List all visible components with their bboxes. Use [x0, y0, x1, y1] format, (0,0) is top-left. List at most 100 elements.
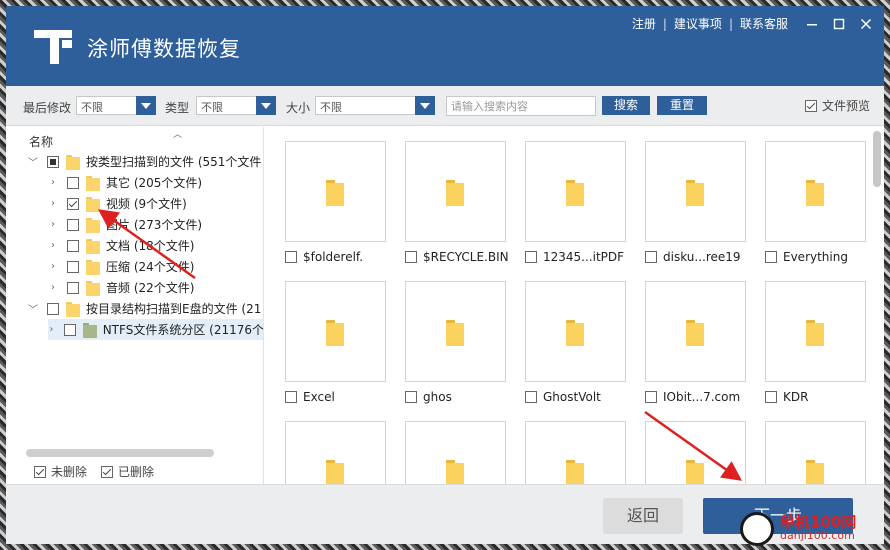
- modified-select[interactable]: 不限: [76, 96, 156, 115]
- tree-checkbox[interactable]: [67, 218, 79, 231]
- chevron-down-icon[interactable]: [415, 96, 435, 115]
- file-grid: $folderelf. $RECYCLE.BIN 12345...itPDF disk…: [265, 127, 884, 484]
- suggestion-link[interactable]: 建议事项: [674, 15, 722, 32]
- file-checkbox[interactable]: [645, 251, 657, 263]
- app-title: 涂师傅数据恢复: [87, 37, 241, 61]
- tree-checkbox[interactable]: [67, 239, 79, 252]
- file-thumbnail[interactable]: [285, 141, 386, 242]
- file-thumbnail[interactable]: [765, 141, 866, 242]
- file-item[interactable]: [751, 421, 866, 484]
- search-button[interactable]: 搜索: [602, 96, 650, 115]
- deleted-toggle[interactable]: 已删除: [101, 463, 154, 480]
- type-select[interactable]: 不限: [196, 96, 276, 115]
- file-thumbnail[interactable]: [765, 281, 866, 382]
- file-checkbox[interactable]: [525, 391, 537, 403]
- tree-item-ntfs-partition[interactable]: › NTFS文件系统分区 (21176个: [48, 319, 263, 340]
- tree-checkbox[interactable]: [63, 323, 76, 336]
- tree-item-other[interactable]: › 其它 (205个文件): [48, 172, 202, 193]
- tree-checkbox[interactable]: [67, 281, 79, 294]
- tree-checkbox[interactable]: [47, 302, 59, 315]
- file-checkbox[interactable]: [405, 391, 417, 403]
- expand-icon[interactable]: ›: [48, 240, 58, 251]
- name-column-header[interactable]: 名称: [29, 133, 53, 150]
- contact-support-link[interactable]: 联系客服: [740, 15, 788, 32]
- expand-icon[interactable]: ›: [48, 198, 58, 209]
- file-item[interactable]: KDR: [751, 281, 866, 404]
- file-thumbnail[interactable]: [285, 281, 386, 382]
- register-link[interactable]: 注册: [632, 15, 656, 32]
- folder-icon: [86, 175, 100, 191]
- file-thumbnail[interactable]: [525, 421, 626, 484]
- file-thumbnail[interactable]: [645, 421, 746, 484]
- file-item[interactable]: GhostVolt: [511, 281, 626, 404]
- expand-icon[interactable]: ›: [48, 219, 58, 230]
- collapse-icon[interactable]: ﹀: [28, 301, 38, 316]
- file-checkbox[interactable]: [765, 391, 777, 403]
- file-thumbnail[interactable]: [765, 421, 866, 484]
- deleted-checkbox[interactable]: [101, 465, 114, 478]
- folder-icon: [806, 320, 826, 346]
- file-checkbox[interactable]: [765, 251, 777, 263]
- horizontal-scrollbar[interactable]: [26, 449, 214, 457]
- file-preview-checkbox[interactable]: [804, 99, 817, 112]
- file-thumbnail[interactable]: [645, 281, 746, 382]
- file-item[interactable]: [511, 421, 626, 484]
- file-checkbox[interactable]: [525, 251, 537, 263]
- file-item[interactable]: $folderelf.: [271, 141, 386, 264]
- tree-root-by-directory[interactable]: ﹀ 按目录结构扫描到E盘的文件 (21: [28, 298, 261, 319]
- expand-icon[interactable]: ›: [48, 324, 55, 335]
- file-thumbnail[interactable]: [285, 421, 386, 484]
- file-checkbox[interactable]: [645, 391, 657, 403]
- undeleted-toggle[interactable]: 未删除: [34, 463, 87, 480]
- file-item[interactable]: [271, 421, 386, 484]
- tree-checkbox[interactable]: [67, 260, 79, 273]
- chevron-down-icon[interactable]: [136, 96, 156, 115]
- file-preview-toggle[interactable]: 文件预览: [804, 97, 870, 114]
- file-thumbnail[interactable]: [645, 141, 746, 242]
- tree-item-video[interactable]: › 视频 (9个文件): [48, 193, 187, 214]
- type-label: 类型: [165, 101, 190, 115]
- close-icon[interactable]: [858, 16, 874, 32]
- file-item[interactable]: 12345...itPDF: [511, 141, 626, 264]
- tree-item-image[interactable]: › 图片 (273个文件): [48, 214, 202, 235]
- file-item[interactable]: Excel: [271, 281, 386, 404]
- undeleted-checkbox[interactable]: [34, 465, 46, 478]
- expand-icon[interactable]: ›: [48, 261, 58, 272]
- tree-label: 压缩 (24个文件): [106, 260, 195, 274]
- tree-item-audio[interactable]: › 音频 (22个文件): [48, 277, 194, 298]
- file-checkbox[interactable]: [405, 251, 417, 263]
- next-button[interactable]: 下一步: [703, 498, 853, 534]
- file-checkbox[interactable]: [285, 251, 297, 263]
- file-item[interactable]: disku...ree19: [631, 141, 746, 264]
- tree-checkbox[interactable]: [67, 197, 79, 210]
- file-checkbox[interactable]: [285, 391, 297, 403]
- file-thumbnail[interactable]: [405, 281, 506, 382]
- file-thumbnail[interactable]: [525, 141, 626, 242]
- collapse-icon[interactable]: ﹀: [28, 154, 38, 169]
- tree-root-by-type[interactable]: ﹀ 按类型扫描到的文件 (551个文件: [28, 151, 261, 172]
- chevron-down-icon[interactable]: [256, 96, 276, 115]
- file-thumbnail[interactable]: [405, 421, 506, 484]
- expand-icon[interactable]: ›: [48, 177, 58, 188]
- size-select[interactable]: 不限: [315, 96, 435, 115]
- expand-icon[interactable]: ›: [48, 282, 58, 293]
- maximize-icon[interactable]: [831, 16, 847, 32]
- file-thumbnail[interactable]: [405, 141, 506, 242]
- file-item[interactable]: [391, 421, 506, 484]
- file-thumbnail[interactable]: [525, 281, 626, 382]
- search-input[interactable]: [446, 96, 596, 116]
- reset-button[interactable]: 重置: [657, 96, 707, 115]
- sort-caret-icon[interactable]: ︿: [173, 127, 182, 140]
- back-button[interactable]: 返回: [603, 498, 683, 534]
- tree-item-archive[interactable]: › 压缩 (24个文件): [48, 256, 194, 277]
- file-item[interactable]: ghos: [391, 281, 506, 404]
- minimize-icon[interactable]: [804, 16, 820, 32]
- tree-checkbox[interactable]: [47, 155, 59, 168]
- vertical-scrollbar[interactable]: [873, 131, 881, 187]
- file-item[interactable]: $RECYCLE.BIN: [391, 141, 509, 264]
- tree-checkbox[interactable]: [67, 176, 79, 189]
- file-item[interactable]: [631, 421, 746, 484]
- file-item[interactable]: Everything: [751, 141, 866, 264]
- tree-item-document[interactable]: › 文档 (18个文件): [48, 235, 194, 256]
- file-item[interactable]: IObit...7.com: [631, 281, 746, 404]
